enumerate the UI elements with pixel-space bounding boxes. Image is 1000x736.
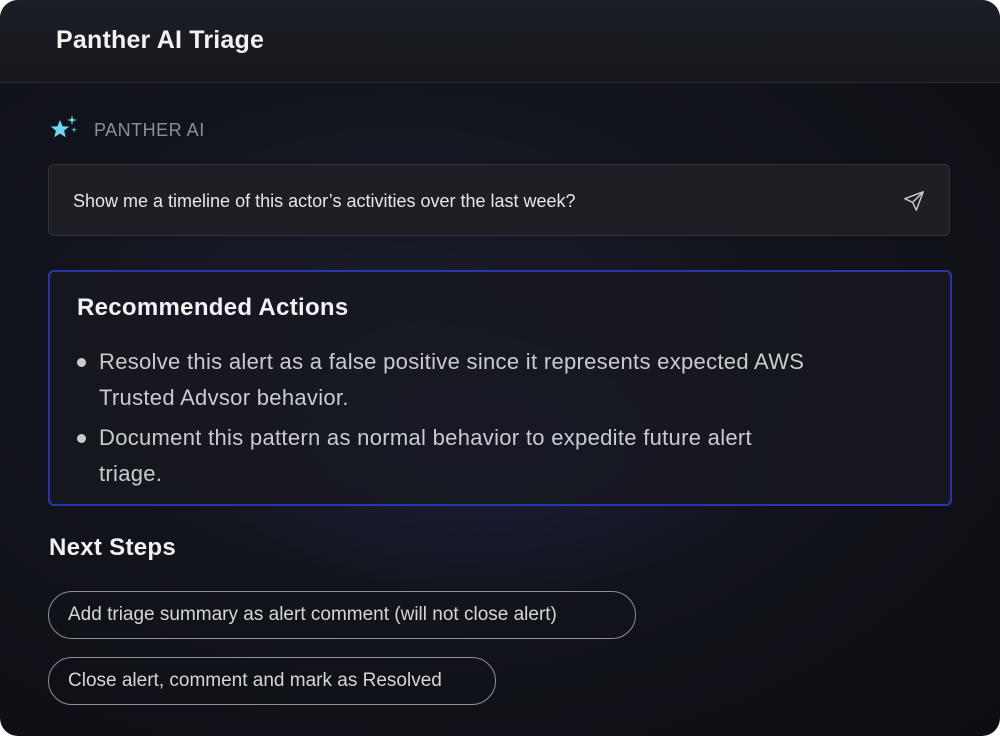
page-title: Panther AI Triage: [56, 26, 265, 54]
close-alert-button[interactable]: Close alert, comment and mark as Resolve…: [48, 657, 496, 705]
recommended-actions-title: Recommended Actions: [77, 294, 349, 321]
next-steps-title: Next Steps: [49, 534, 177, 561]
recommended-actions-card: Recommended Actions Resolve this alert a…: [48, 270, 952, 506]
bullet-icon: [77, 434, 86, 443]
send-icon[interactable]: [903, 190, 925, 217]
recommended-actions-list: Resolve this alert as a false positive s…: [77, 344, 917, 496]
bullet-icon: [77, 358, 86, 367]
list-item: Document this pattern as normal behavior…: [77, 420, 917, 492]
sparkle-icon: [48, 112, 80, 149]
assistant-label: PANTHER AI: [94, 119, 205, 140]
action-text-line2: triage.: [99, 461, 163, 486]
action-text-line1: Resolve this alert as a false positive s…: [99, 349, 805, 374]
list-item: Resolve this alert as a false positive s…: [77, 344, 917, 416]
triage-panel: Panther AI Triage PANTHER AI Show me a t…: [0, 0, 1000, 736]
action-text-line1: Document this pattern as normal behavior…: [99, 425, 752, 450]
panel-header: Panther AI Triage: [0, 0, 1000, 83]
add-triage-summary-button[interactable]: Add triage summary as alert comment (wil…: [48, 591, 636, 639]
prompt-text[interactable]: Show me a timeline of this actor’s activ…: [73, 191, 576, 212]
assistant-label-row: PANTHER AI: [48, 114, 205, 146]
action-text-line2: Trusted Advsor behavior.: [99, 385, 349, 410]
prompt-input[interactable]: Show me a timeline of this actor’s activ…: [48, 164, 950, 236]
